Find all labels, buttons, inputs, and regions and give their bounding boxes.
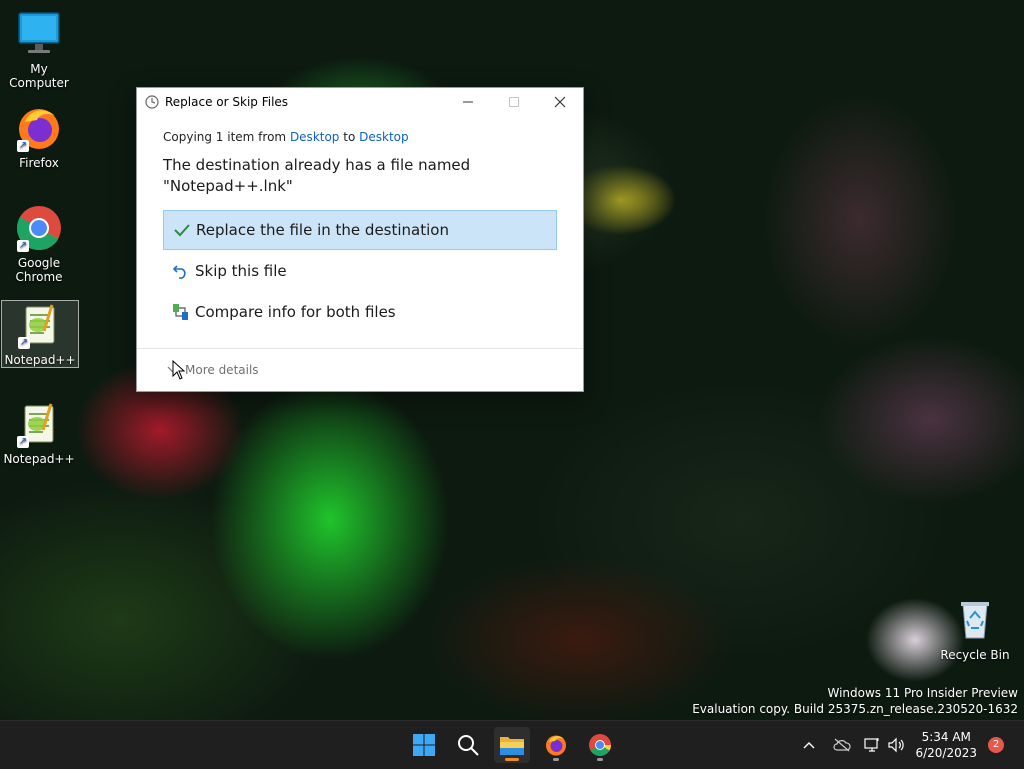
notepadpp-icon: ↗ [16, 301, 64, 349]
clock-icon [145, 95, 159, 109]
desktop-icon-notepadpp[interactable]: ↗ Notepad++ [1, 400, 77, 466]
taskbar-clock[interactable]: 5:34 AM 6/20/2023 [915, 729, 977, 761]
network-monitor-icon [864, 738, 879, 752]
taskbar-chrome[interactable] [582, 727, 618, 763]
shortcut-arrow-icon: ↗ [17, 140, 29, 152]
option-skip-file[interactable]: Skip this file [163, 252, 555, 290]
firefox-icon: ↗ [15, 104, 63, 152]
minimize-icon [463, 101, 473, 103]
windows-watermark: Windows 11 Pro Insider Preview Evaluatio… [692, 685, 1018, 717]
search-icon [458, 735, 479, 756]
checkmark-icon [172, 220, 192, 240]
desktop-icon-label: Recycle Bin [940, 648, 1010, 662]
start-button[interactable] [406, 727, 442, 763]
cloud-offline-icon [833, 738, 851, 752]
watermark-line1: Windows 11 Pro Insider Preview [827, 686, 1018, 700]
destination-folder-link[interactable]: Desktop [359, 130, 409, 144]
source-folder-link[interactable]: Desktop [290, 130, 340, 144]
conflict-message-line1: The destination already has a file named [163, 156, 471, 174]
compare-icon [171, 302, 191, 322]
desktop-icon-label: Google Chrome [15, 256, 63, 284]
dialog-titlebar[interactable]: Replace or Skip Files [137, 88, 583, 116]
clock-time: 5:34 AM [921, 730, 971, 744]
running-app-indicator [597, 758, 603, 761]
show-hidden-icons-button[interactable] [798, 721, 820, 769]
mouse-cursor-icon [172, 359, 186, 380]
recycle-bin-icon [951, 596, 999, 644]
notification-badge[interactable]: 2 [988, 737, 1004, 753]
onedrive-tray-button[interactable] [830, 721, 854, 769]
notepadpp-icon: ↗ [15, 400, 63, 448]
taskbar-firefox[interactable] [538, 727, 574, 763]
chevron-up-icon [803, 742, 815, 749]
volume-tray-button[interactable] [884, 721, 908, 769]
chrome-icon [589, 734, 611, 756]
taskbar-search-button[interactable] [450, 727, 486, 763]
active-app-indicator [505, 758, 519, 761]
more-details-label: More details [185, 363, 259, 377]
close-icon [554, 96, 566, 108]
start-icon [413, 734, 435, 756]
shortcut-arrow-icon: ↗ [17, 240, 29, 252]
option-replace-file[interactable]: Replace the file in the destination [163, 210, 557, 250]
conflict-filename: "Notepad++.lnk" [163, 177, 293, 195]
option-skip-label: Skip this file [195, 262, 287, 280]
shortcut-arrow-icon: ↗ [17, 436, 29, 448]
desktop-icon-my-computer[interactable]: My Computer [1, 10, 77, 90]
taskbar-file-explorer[interactable] [494, 727, 530, 763]
maximize-icon [509, 97, 519, 107]
minimize-button[interactable] [445, 88, 491, 116]
desktop-icon-recycle-bin[interactable]: Recycle Bin [937, 596, 1013, 662]
copying-mid: to [339, 130, 360, 144]
chrome-icon: ↗ [15, 204, 63, 252]
option-compare-files[interactable]: Compare info for both files [163, 293, 555, 331]
speaker-icon [888, 737, 904, 753]
shortcut-arrow-icon: ↗ [18, 337, 30, 349]
desktop-icon-firefox[interactable]: ↗ Firefox [1, 104, 77, 170]
desktop-icon-label: Notepad++ [3, 452, 75, 466]
replace-or-skip-dialog: Replace or Skip Files Copying 1 item fro… [136, 87, 584, 392]
firefox-icon [546, 735, 566, 756]
monitor-icon [15, 10, 63, 58]
close-button[interactable] [537, 88, 583, 116]
dialog-separator [137, 348, 583, 349]
network-tray-button[interactable] [860, 721, 884, 769]
dialog-title: Replace or Skip Files [165, 95, 289, 109]
desktop-icon-notepadpp-selected[interactable]: ↗ Notepad++ [1, 300, 79, 368]
desktop-icon-google-chrome[interactable]: ↗ Google Chrome [1, 204, 77, 284]
clock-date: 6/20/2023 [915, 746, 977, 760]
file-explorer-icon [500, 737, 524, 755]
option-compare-label: Compare info for both files [195, 303, 396, 321]
running-app-indicator [553, 758, 559, 761]
conflict-message: The destination already has a file named… [163, 155, 563, 197]
watermark-line2: Evaluation copy. Build 25375.zn_release.… [692, 702, 1018, 716]
undo-arrow-icon [171, 261, 191, 281]
copying-prefix: Copying 1 item from [163, 130, 290, 144]
maximize-button[interactable] [491, 88, 537, 116]
desktop-icon-label: My Computer [9, 62, 69, 90]
copying-status: Copying 1 item from Desktop to Desktop [163, 130, 409, 144]
desktop-icon-label: Firefox [19, 156, 59, 170]
option-replace-label: Replace the file in the destination [196, 221, 449, 239]
taskbar: 5:34 AM 6/20/2023 2 [0, 720, 1024, 769]
desktop-icon-label: Notepad++ [4, 353, 76, 367]
